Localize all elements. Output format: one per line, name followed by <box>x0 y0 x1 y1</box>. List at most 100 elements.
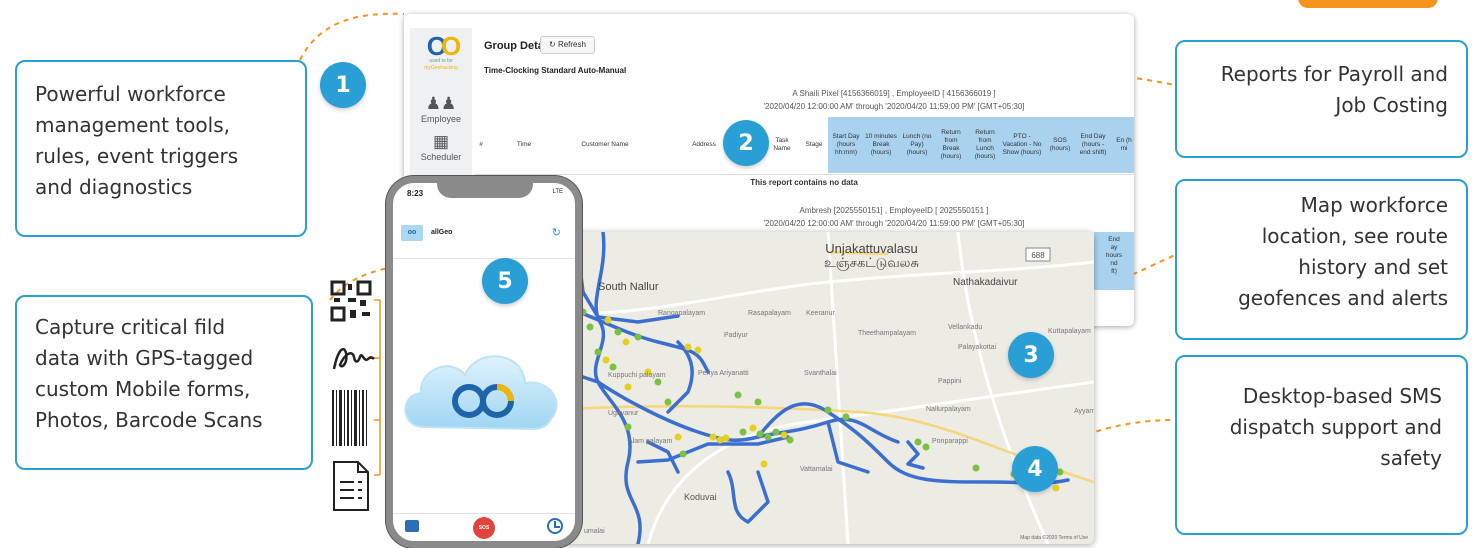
column-header: Return from Lunch (hours) <box>974 129 996 160</box>
app-footer: SOS <box>393 513 575 541</box>
sos-button[interactable]: SOS <box>473 517 495 539</box>
callout-text: location, see route <box>1261 224 1448 248</box>
employee-1-range: '2020/04/20 12:00:00 AM' through '2020/0… <box>763 102 1025 111</box>
phone-mockup: 8:23 LTE oo allGeo ↻ SOS <box>386 176 582 548</box>
phone-time: 8:23 <box>407 189 424 198</box>
badge-5: 5 <box>482 258 528 304</box>
map-label: Pappini <box>938 378 962 385</box>
map-label: umalai <box>584 528 605 535</box>
place-name: Unjakattuvalasu <box>825 241 918 256</box>
cloud-logo-icon <box>404 355 558 431</box>
column-header: En (h mi <box>1116 137 1132 152</box>
column-header: ay <box>1110 244 1118 251</box>
report-name: Time-Clocking Standard Auto-Manual <box>484 66 627 75</box>
refresh-label: Refresh <box>557 40 586 49</box>
callout-sms-dispatch: Desktop-based SMS dispatch support and s… <box>1175 355 1468 535</box>
map-label: Svanthalai <box>804 370 837 377</box>
calendar-icon: ▦ <box>432 132 450 151</box>
badge-4: 4 <box>1012 446 1058 492</box>
column-header: Return from Break (hours) <box>940 129 962 160</box>
chat-icon[interactable] <box>405 520 419 532</box>
app-name: allGeo <box>431 229 453 236</box>
map-label: Alam palayam <box>628 438 673 445</box>
column-header: Address <box>692 141 716 148</box>
callout-map-workforce: Map workforce location, see route histor… <box>1175 179 1468 340</box>
column-header: hours <box>1105 252 1123 259</box>
phone-status: LTE <box>552 189 563 195</box>
column-header: # <box>479 141 483 148</box>
column-header: SOS (hours) <box>1049 137 1071 152</box>
callout-workforce-tools: Powerful workforce management tools, rul… <box>15 60 307 237</box>
map-label: Palayakottai <box>958 344 997 351</box>
column-header: 10 minutes Break (hours) <box>865 133 897 156</box>
app-logo-icon: oo <box>401 225 423 241</box>
sidebar-item-label: Scheduler <box>420 152 462 162</box>
map-label: Rasapalayam <box>748 310 791 317</box>
barcode-icon <box>332 390 367 446</box>
column-header: End Day (hours - end shift) <box>1079 133 1107 156</box>
map-label: Ayyam <box>1074 408 1094 415</box>
phone-notch <box>437 183 533 198</box>
callout-text: Powerful workforce <box>35 82 226 106</box>
map-label: Ponparappi <box>932 438 968 445</box>
map-label: Nathakadaivur <box>953 277 1018 288</box>
callout-text: Job Costing <box>1335 93 1448 117</box>
callout-reports-payroll: Reports for Payroll and Job Costing <box>1175 40 1468 158</box>
callout-text: rules, event triggers <box>35 144 239 168</box>
column-header: Customer Name <box>581 141 629 148</box>
map-label: Unjakattuvalasu உஞ்சகட்டுவலசு <box>824 242 919 270</box>
table-header-partial: End ay hours nd ft) <box>1094 232 1134 290</box>
sync-icon[interactable]: ↻ <box>552 226 561 239</box>
map-label: Rangapalayam <box>658 310 706 317</box>
people-icon: ♟♟ <box>425 94 457 113</box>
map-label: Kuttapalayam <box>1048 328 1091 335</box>
sidebar-item-label: Employee <box>420 114 462 124</box>
employee-1-name: A Shaili Pixel [4156366019] , EmployeeID… <box>792 89 996 98</box>
column-header: Stage <box>805 141 823 148</box>
map-window[interactable]: Unjakattuvalasu உஞ்சகட்டுவலசு 688 South N… <box>528 232 1094 544</box>
form-document-icon <box>333 461 369 511</box>
callout-text: geofences and alerts <box>1238 286 1448 310</box>
sidebar-item-scheduler[interactable]: ▦ Scheduler <box>410 132 472 162</box>
logo-subtext: myGeotracking <box>424 65 458 71</box>
badge-1: 1 <box>320 62 366 108</box>
map-label: Koduvai <box>684 492 717 502</box>
callout-text: dispatch support and <box>1229 415 1442 439</box>
callout-text: Capture critical fild <box>35 315 226 339</box>
qr-code-icon <box>330 280 372 322</box>
map-credit: Map data ©2020 Terms of Use <box>1020 535 1088 541</box>
column-header: End <box>1108 236 1120 243</box>
callout-text: Photos, Barcode Scans <box>35 408 263 432</box>
allgeo-logo: OO used to be myGeotracking <box>410 33 472 72</box>
clock-icon[interactable] <box>547 518 563 534</box>
column-header: Task Name <box>773 137 791 152</box>
report-table-header: # Time Customer Name Address Task Name S… <box>474 117 1134 173</box>
column-header: Lunch (no Pay) (hours) <box>902 133 932 156</box>
signature-icon <box>332 348 375 370</box>
callout-text: Map workforce <box>1300 193 1448 217</box>
place-name: உஞ்சகட்டுவலசு <box>824 255 919 270</box>
callout-text: Reports for Payroll and <box>1220 62 1448 86</box>
column-header: nd <box>1110 260 1118 267</box>
logo-subtext: used to be <box>429 58 453 64</box>
callout-text: data with GPS-tagged <box>35 346 254 370</box>
callout-text: custom Mobile forms, <box>35 377 251 401</box>
column-header: Start Day (hours hh:mm) <box>832 133 860 156</box>
callout-text: Desktop-based SMS <box>1242 384 1442 408</box>
column-header: PTO - Vacation - No Show (hours) <box>1002 133 1042 156</box>
orange-tab-decoration <box>1298 0 1438 8</box>
map-label: Ugayanur <box>608 410 639 417</box>
callout-text: safety <box>1380 446 1442 470</box>
refresh-button[interactable]: ↻ Refresh <box>540 36 595 54</box>
column-header: Time <box>516 141 532 148</box>
map-label: Nallurpalayam <box>926 406 971 413</box>
map-label: Keeranur <box>806 310 835 317</box>
map-label: Vellankadu <box>948 324 983 331</box>
sidebar-item-employee[interactable]: ♟♟ Employee <box>410 94 472 124</box>
callout-text: management tools, <box>35 113 230 137</box>
employee-2-name: Ambresh [2025550151] , EmployeeID [ 2025… <box>799 206 989 215</box>
column-header: ft) <box>1111 268 1117 275</box>
map-label: Kuppuchi palayam <box>608 372 666 379</box>
map-label: Theethampalayam <box>858 330 916 337</box>
badge-3: 3 <box>1008 332 1054 378</box>
